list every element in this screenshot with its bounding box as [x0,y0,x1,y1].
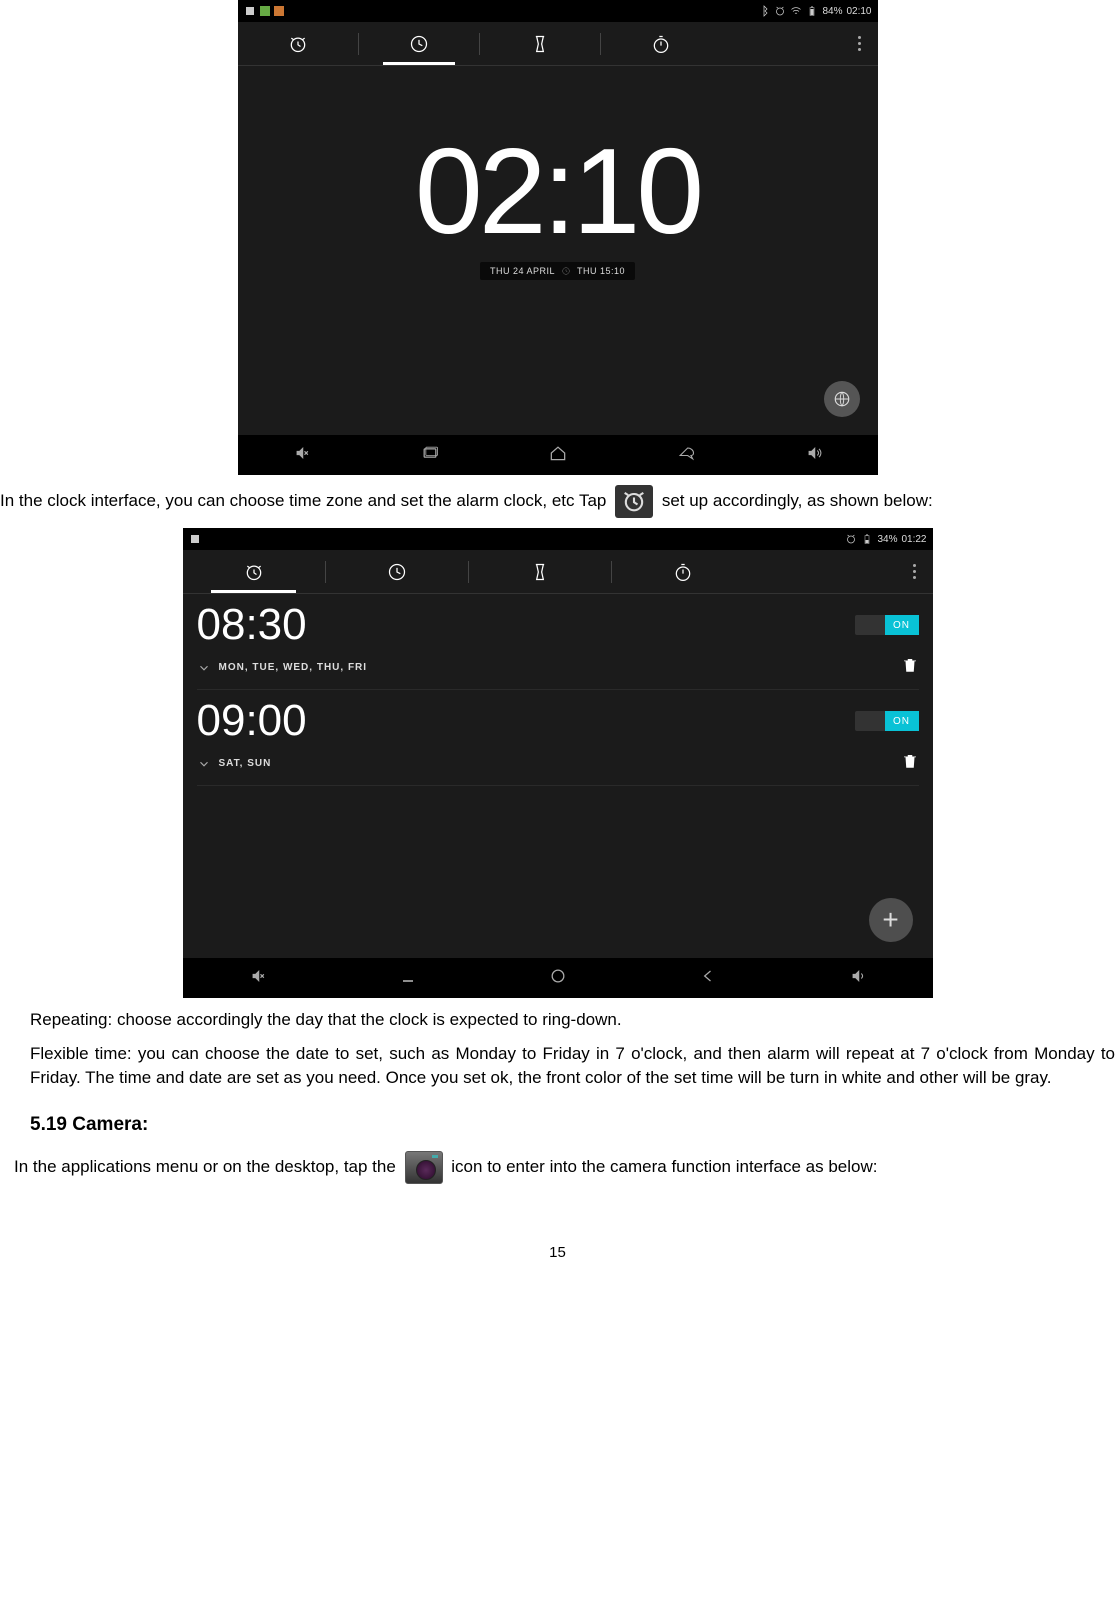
alarm-item[interactable]: 09:00 ON SAT, SUN [197,690,919,786]
tab-clock[interactable] [359,22,479,65]
alarm-days: SAT, SUN [219,758,272,769]
home-icon[interactable] [548,443,568,468]
nav-bar [183,958,933,998]
notif-icon [189,533,201,545]
alarm-status-icon [774,5,786,17]
vol-down-icon[interactable] [248,966,268,991]
para-camera-intro: In the applications menu or on the deskt… [0,1151,1115,1184]
world-clock-button[interactable] [824,381,860,417]
bluetooth-icon [758,5,770,17]
battery-pct: 84% [822,6,842,17]
battery-icon [861,533,873,545]
home-icon[interactable] [548,966,568,991]
status-time: 02:10 [846,6,871,17]
tab-stopwatch[interactable] [601,22,721,65]
status-bar: 34% 01:22 [183,528,933,550]
tab-timer[interactable] [480,22,600,65]
page-number: 15 [0,1244,1115,1261]
chevron-down-icon[interactable] [197,661,211,675]
vol-up-icon[interactable] [848,966,868,991]
battery-icon [806,5,818,17]
alarm-screenshot: 34% 01:22 [183,528,933,998]
tab-alarm[interactable] [183,550,325,593]
date-alt: THU 15:10 [577,266,625,276]
clock-screenshot: 84% 02:10 02:1 [238,0,878,475]
alarm-status-icon [845,533,857,545]
alarm-days: MON, TUE, WED, THU, FRI [219,662,368,673]
notif-icon [274,6,284,16]
wifi-icon [790,5,802,17]
tab-alarm[interactable] [238,22,358,65]
alarm-toggle[interactable]: ON [855,711,919,731]
back-icon[interactable] [698,966,718,991]
clock-tabs [183,550,933,594]
recent-apps-icon[interactable] [398,966,418,991]
nav-bar [238,435,878,475]
add-alarm-button[interactable]: + [869,898,913,942]
clock-date: THU 24 APRIL THU 15:10 [480,262,635,280]
vol-down-icon[interactable] [292,443,312,468]
alarm-tab-icon [615,485,653,518]
para-repeating: Repeating: choose accordingly the day th… [0,1008,1115,1032]
clock-time: 02:10 [238,121,878,261]
overflow-menu[interactable] [897,564,933,579]
vol-up-icon[interactable] [804,443,824,468]
tab-stopwatch[interactable] [612,550,754,593]
notif-icon [260,6,270,16]
para-clock-intro: In the clock interface, you can choose t… [0,485,1115,518]
overflow-menu[interactable] [842,36,878,51]
camera-app-icon [405,1151,443,1184]
recent-apps-icon[interactable] [420,443,440,468]
date-main: THU 24 APRIL [490,266,555,276]
para-flexible-time: Flexible time: you can choose the date t… [0,1042,1115,1090]
back-icon[interactable] [676,443,696,468]
alarm-time: 09:00 [197,696,307,746]
status-time: 01:22 [901,534,926,545]
alarm-time: 08:30 [197,600,307,650]
tab-clock[interactable] [326,550,468,593]
status-bar: 84% 02:10 [238,0,878,22]
battery-pct: 34% [877,534,897,545]
alarm-item[interactable]: 08:30 ON MON, TUE, WED, THU, FRI [197,594,919,690]
notif-icon [244,5,256,17]
chevron-down-icon[interactable] [197,757,211,771]
tab-timer[interactable] [469,550,611,593]
alarm-toggle[interactable]: ON [855,615,919,635]
clock-tabs [238,22,878,66]
delete-alarm-icon[interactable] [901,752,919,775]
delete-alarm-icon[interactable] [901,656,919,679]
section-heading-camera: 5.19 Camera: [30,1114,1115,1136]
